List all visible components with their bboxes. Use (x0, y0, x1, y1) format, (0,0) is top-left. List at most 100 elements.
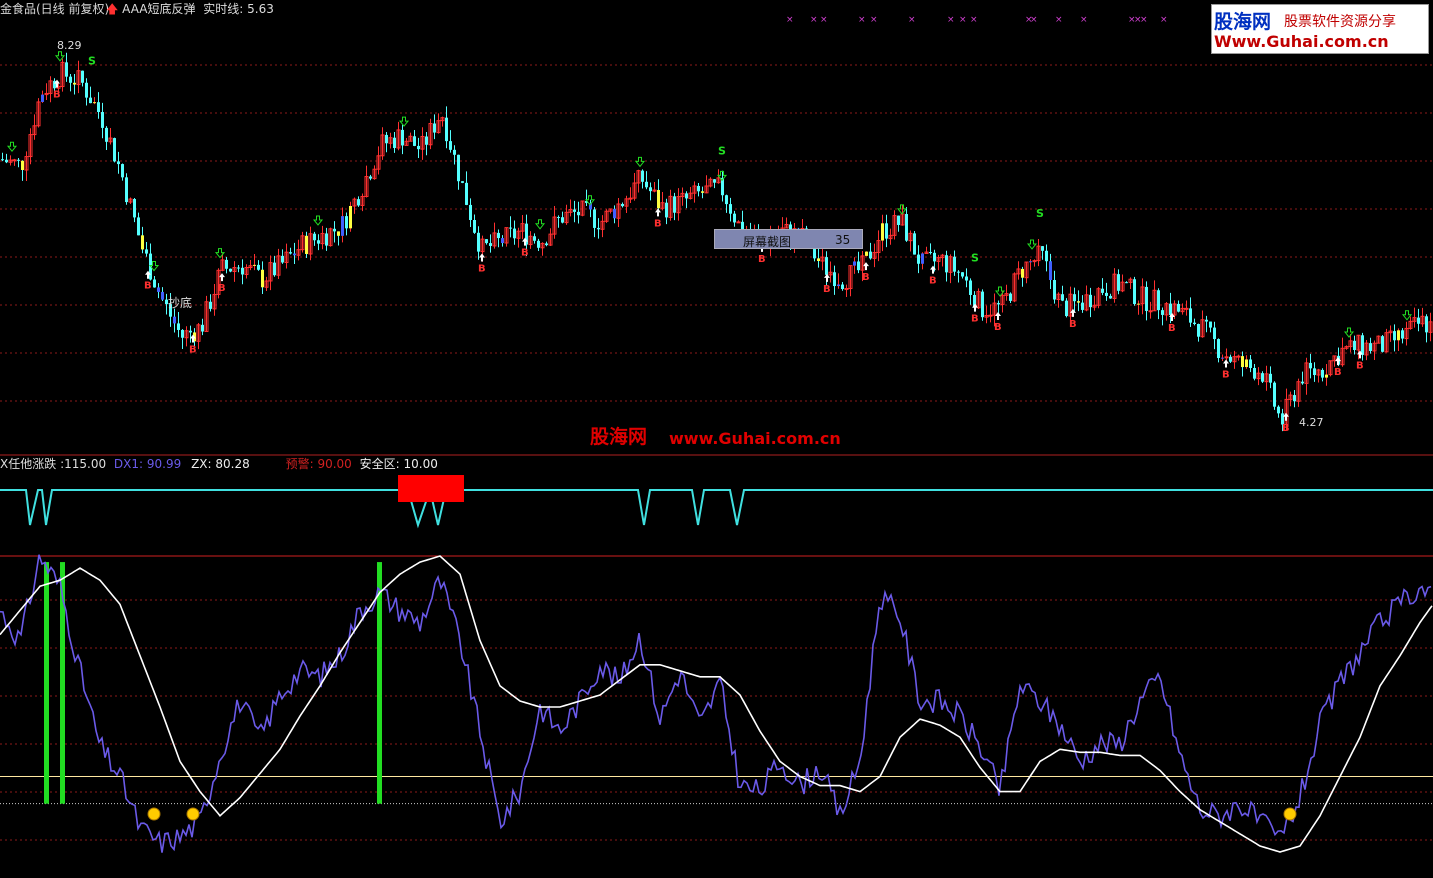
candle-body (137, 217, 140, 236)
candle-body (1221, 357, 1224, 359)
candle-body (237, 267, 240, 269)
indicator-title-value: :115.00 (60, 457, 107, 471)
candle-body (933, 252, 936, 262)
candle-body (485, 239, 488, 244)
candle-body (865, 251, 868, 256)
candle-body (613, 208, 616, 219)
candle-body (273, 262, 276, 276)
indicator-legend: 🡅 AAA短底反弹 实时线: 5.63 (106, 2, 274, 16)
candle-body (93, 102, 96, 104)
candle-body (1321, 369, 1324, 378)
candle-body (1145, 286, 1148, 311)
candle-body (425, 136, 428, 145)
safe-value: 10.00 (403, 457, 438, 471)
buy-marker: B (823, 284, 831, 295)
candle-body (857, 261, 860, 271)
cross-marker: × (1140, 15, 1148, 25)
watermark-brand: 股海网 (590, 426, 648, 448)
zx-value: 80.28 (215, 457, 250, 471)
candle-body (905, 214, 908, 241)
candle-body (593, 209, 596, 228)
candle-body (969, 280, 972, 295)
candle-body (1105, 292, 1108, 296)
sell-marker: S (718, 144, 726, 157)
down-arrow-icon (1401, 310, 1413, 321)
logo-brand: 股海网 (1214, 11, 1272, 33)
candle-body (913, 233, 916, 255)
candle-body (1029, 261, 1032, 263)
realtime-value: 5.63 (247, 2, 274, 16)
candle-body (825, 257, 828, 275)
candle-body (157, 287, 160, 292)
candle-body (953, 256, 956, 272)
buy-signal-bar (377, 562, 382, 804)
buy-marker: B (521, 248, 529, 259)
candle-body (1041, 246, 1044, 251)
candle-body (1089, 294, 1092, 308)
candle-body (69, 76, 72, 83)
candle-body (641, 170, 644, 182)
popup-value: 35 (835, 233, 851, 247)
candle-body (201, 324, 204, 332)
buy-marker: B (1222, 370, 1230, 381)
candle-body (1245, 359, 1248, 368)
buy-marker: B (1069, 319, 1077, 330)
candle-body (1157, 290, 1160, 311)
up-arrow-icon (1223, 359, 1229, 368)
candle-body (1125, 282, 1128, 284)
cross-marker: × (810, 15, 818, 25)
candle-body (89, 97, 92, 104)
buy-marker: B (53, 90, 61, 101)
candle-body (281, 255, 284, 263)
sell-marker: S (971, 252, 979, 265)
candle-body (997, 303, 1000, 305)
candle-body (133, 199, 136, 218)
down-arrow-icon (1343, 327, 1355, 338)
chart-title: 金食品(日线 前复权) (0, 2, 110, 16)
candle-body (1209, 321, 1212, 328)
alert-block (398, 475, 464, 502)
candle-body (1236, 355, 1241, 358)
cross-marker: × (1080, 15, 1088, 25)
candle-body (1148, 310, 1153, 313)
candle-body (1309, 362, 1312, 369)
candle-body (833, 272, 836, 287)
candle-body (841, 284, 844, 290)
candle-body (885, 223, 888, 239)
candle-body (1301, 381, 1304, 384)
indicator-name: AAA短底反弹 (122, 2, 196, 16)
indicator-grid (0, 555, 1433, 841)
candle-body (293, 253, 296, 256)
candle-body (5, 159, 8, 163)
site-logo: 股海网 股票软件资源分享 Www.Guhai.com.cn (1211, 4, 1429, 54)
candle-body (401, 129, 404, 146)
candle-body (1205, 319, 1208, 322)
candle-body (509, 227, 512, 229)
candle-body (173, 316, 176, 324)
candle-body (665, 202, 668, 218)
candle-body (1353, 340, 1356, 351)
candle-body (537, 240, 540, 248)
candle-body (189, 330, 192, 333)
cross-marker: × (970, 15, 978, 25)
buy-sell-markers: BBBBBBBBBB BBB B BBBBBSSSS× × × × × × × × × ×× × × ××× × (6, 15, 1413, 434)
down-arrow-icon (1026, 239, 1038, 250)
bottom-tag: 抄底 (168, 296, 193, 310)
candle-body (161, 291, 164, 300)
candle-body (628, 197, 633, 200)
candle-body (1361, 335, 1364, 355)
cross-marker: × (786, 15, 794, 25)
candle-body (445, 117, 448, 142)
candle-body (965, 276, 968, 281)
up-arrow-icon (479, 253, 485, 262)
cross-marker: × (870, 15, 878, 25)
candle-body (1261, 373, 1264, 382)
candle-body (1189, 308, 1192, 323)
candle-body (673, 196, 676, 213)
candle-body (957, 271, 960, 273)
screenshot-popup[interactable]: 屏幕截图 35 (714, 229, 863, 249)
candle-body (1273, 382, 1276, 407)
low-price-label: 4.27 (1299, 416, 1324, 429)
candle-body (1241, 356, 1244, 368)
buy-marker: B (929, 276, 937, 287)
